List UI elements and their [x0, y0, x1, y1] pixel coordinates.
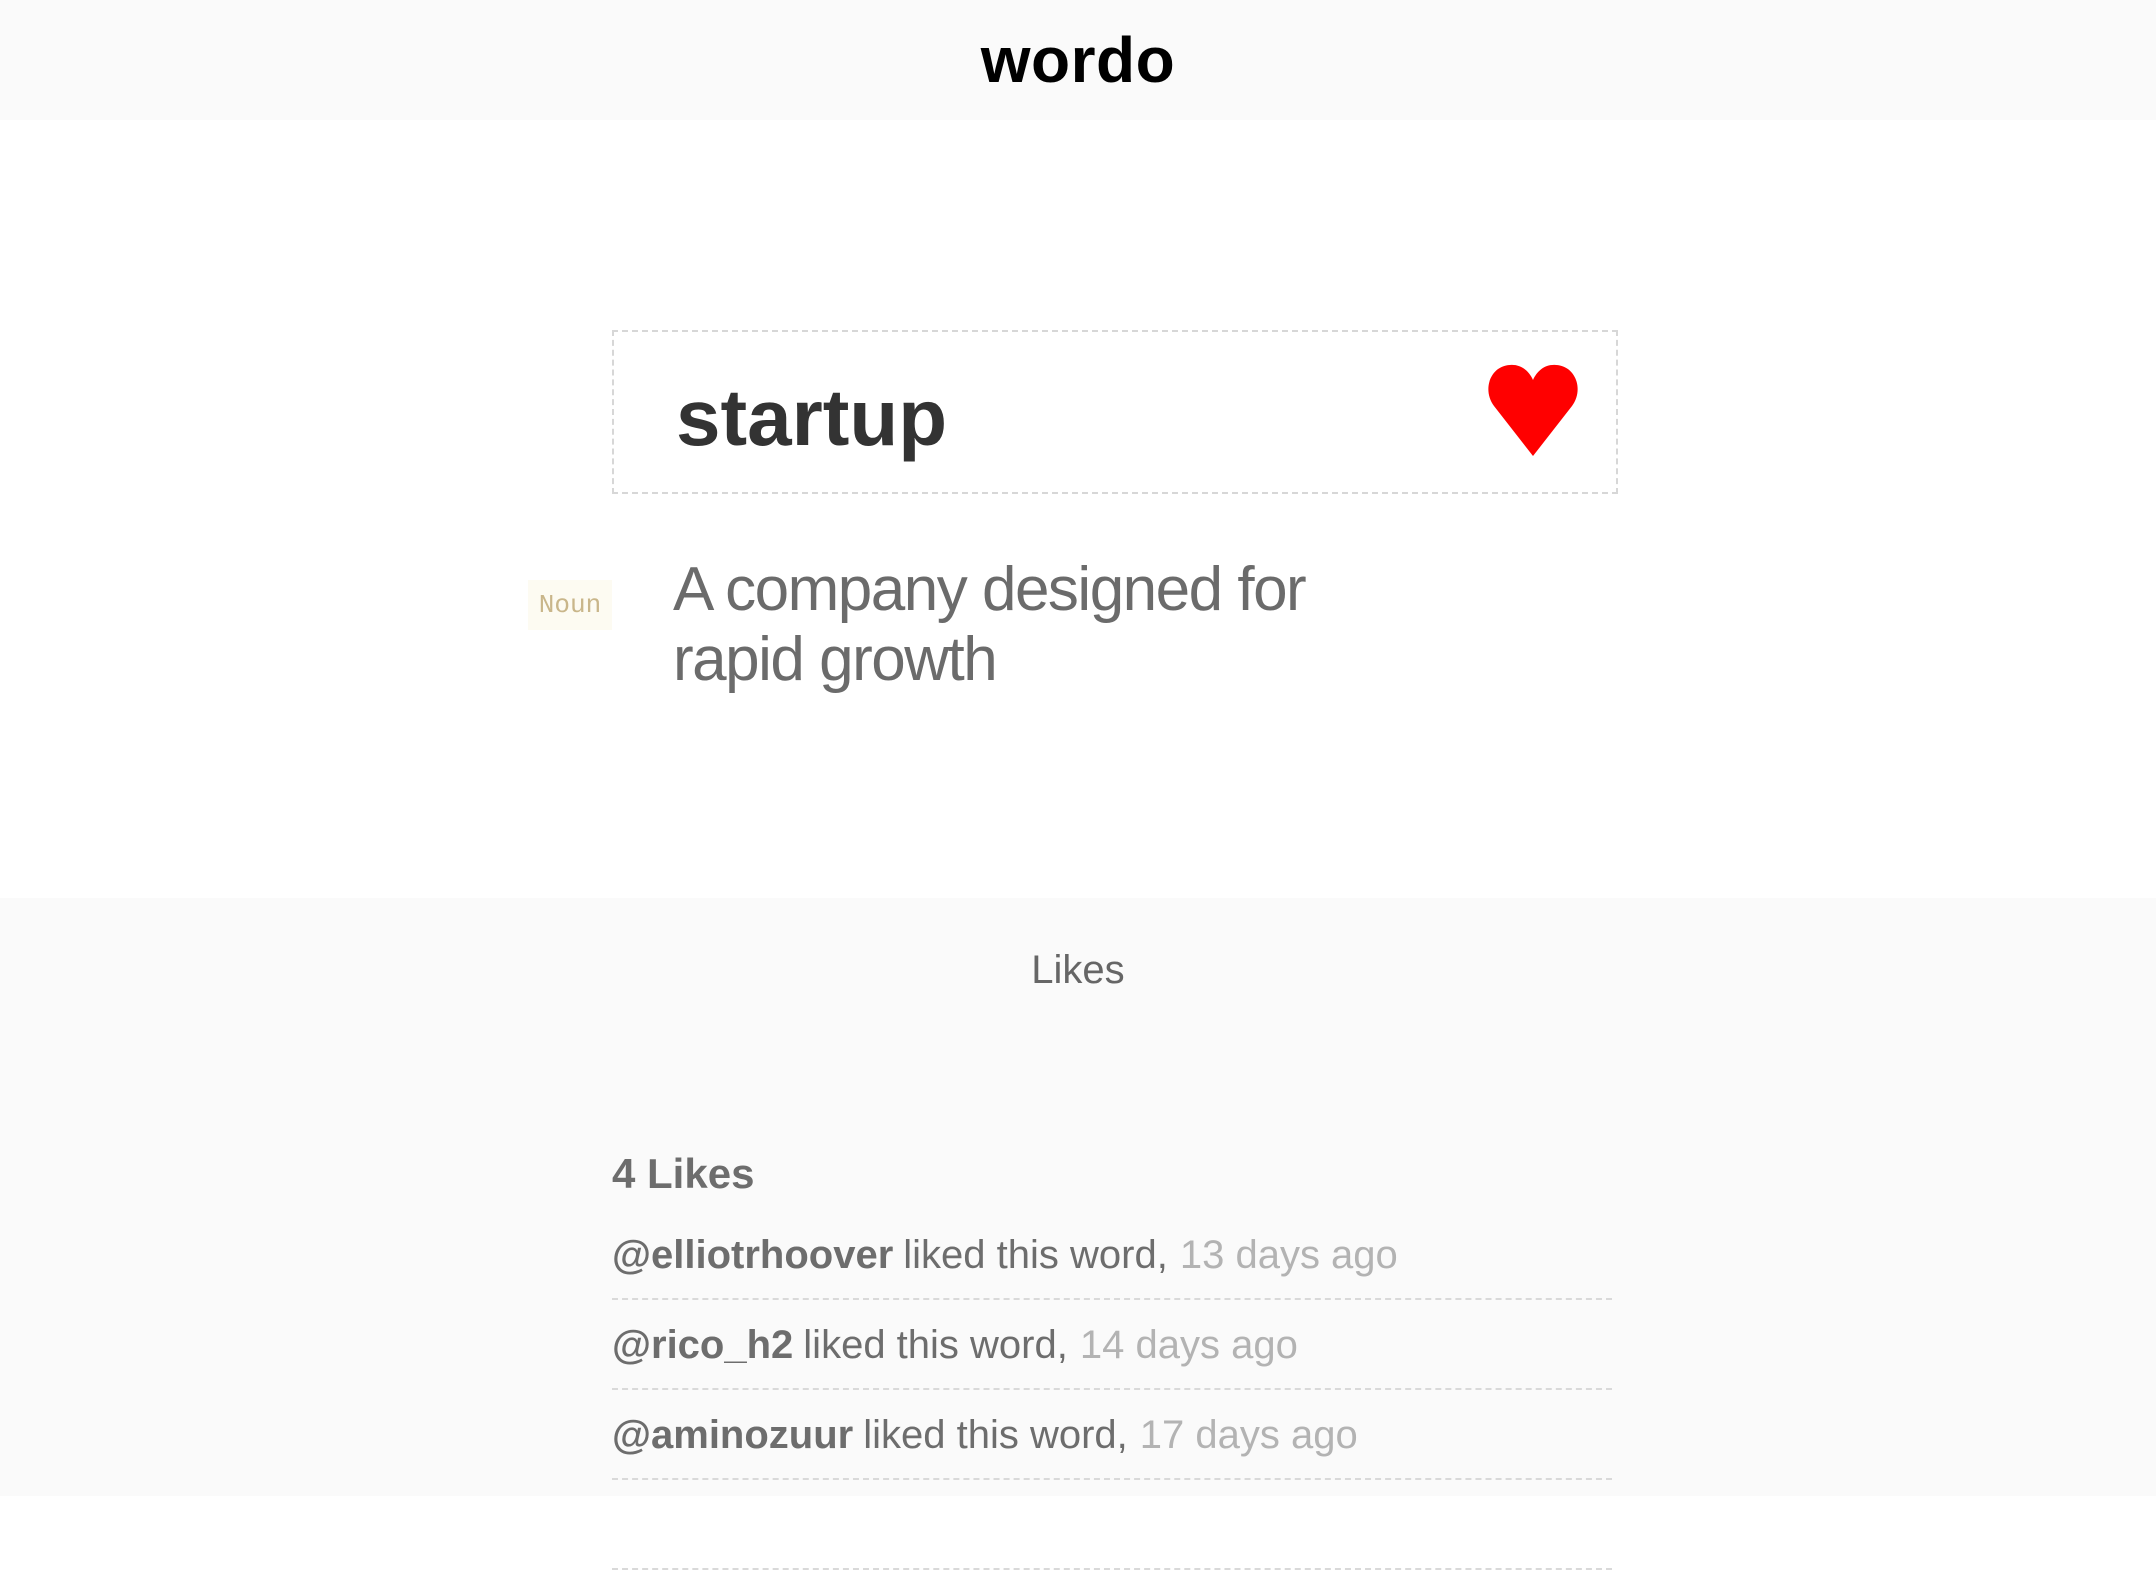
like-timestamp: 13 days ago: [1179, 1232, 1398, 1277]
brand-logo-link[interactable]: wordo: [981, 23, 1175, 97]
likes-heading: Likes: [1031, 948, 1125, 992]
like-text: liked this word,: [803, 1322, 1068, 1367]
like-item: @rico_h2 liked this word, 14 days ago: [612, 1302, 1612, 1390]
part-of-speech-tag: Noun: [528, 580, 612, 630]
like-item: [612, 1482, 1612, 1570]
likes-list: @elliotrhoover liked this word, 13 days …: [612, 1212, 1612, 1572]
likes-section: Likes 4 Likes @elliotrhoover liked this …: [0, 898, 2156, 1570]
like-username-link[interactable]: @rico_h2: [612, 1323, 793, 1368]
like-timestamp: 14 days ago: [1079, 1322, 1298, 1367]
word-card: startup: [612, 330, 1618, 494]
top-bar: wordo: [0, 0, 2156, 120]
like-item: @aminozuur liked this word, 17 days ago: [612, 1392, 1612, 1480]
like-username-link[interactable]: @aminozuur: [612, 1413, 853, 1458]
like-timestamp: 17 days ago: [1139, 1412, 1358, 1457]
like-text: liked this word,: [903, 1232, 1168, 1277]
like-username-link[interactable]: @elliotrhoover: [612, 1233, 893, 1278]
like-text: liked this word,: [863, 1412, 1128, 1457]
likes-count: 4 Likes: [612, 1150, 755, 1197]
word-title: startup: [676, 373, 948, 462]
like-button[interactable]: [1488, 362, 1578, 456]
heart-icon: [1488, 364, 1578, 456]
like-item: @elliotrhoover liked this word, 13 days …: [612, 1212, 1612, 1300]
word-definition: A company designed for rapid growth: [673, 555, 1307, 694]
